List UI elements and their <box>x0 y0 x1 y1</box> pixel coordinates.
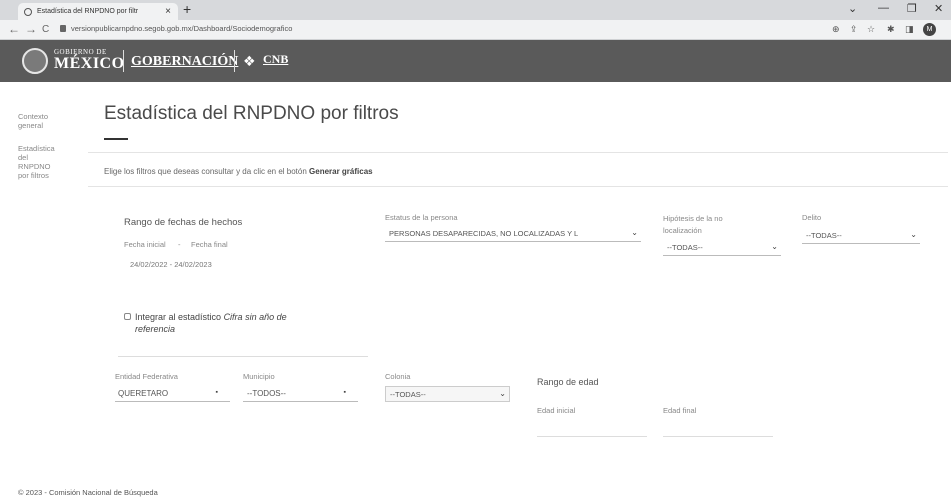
select-arrow-icon: ▪ <box>343 389 346 396</box>
instruction-button-name: Generar gráficas <box>309 167 373 176</box>
close-window-icon[interactable]: ✕ <box>934 2 943 15</box>
estatus-label: Estatus de la persona <box>385 213 458 222</box>
tab-search-chevron-icon[interactable]: ⌄ <box>848 2 857 15</box>
gob-big-text: MÉXICO <box>54 55 125 72</box>
chevron-down-icon: ⌄ <box>499 389 506 398</box>
extensions-icon[interactable]: ✱ <box>887 24 895 35</box>
mexico-seal-icon <box>22 48 48 74</box>
colonia-value: --TODAS-- <box>390 389 426 399</box>
entidad-select[interactable]: QUERETARO ▪ <box>115 386 230 402</box>
title-underline <box>104 138 128 140</box>
edad-min-input[interactable]: Edad inicial <box>537 406 575 415</box>
date-range-input[interactable]: 24/02/2022 - 24/02/2023 <box>130 260 212 269</box>
url-field[interactable]: versionpublicarnpdno.segob.gob.mx/Dashbo… <box>60 24 292 33</box>
url-text: versionpublicarnpdno.segob.gob.mx/Dashbo… <box>71 24 293 33</box>
edad-max-underline <box>663 436 773 437</box>
browser-tab[interactable]: Estadística del RNPDNO por filtr × <box>18 3 178 20</box>
edad-min-underline <box>537 436 647 437</box>
back-button[interactable]: ← <box>8 22 20 36</box>
divider <box>88 186 948 187</box>
delito-value: --TODAS-- <box>806 231 842 240</box>
address-bar: ← → C versionpublicarnpdno.segob.gob.mx/… <box>0 20 951 40</box>
page-title: Estadística del RNPDNO por filtros <box>104 103 399 124</box>
forward-button[interactable]: → <box>25 22 37 36</box>
integrar-checkbox[interactable] <box>124 313 131 320</box>
bookmark-star-icon[interactable]: ☆ <box>867 24 875 35</box>
instruction-text: Elige los filtros que deseas consultar y… <box>104 167 373 176</box>
cnb-logo-icon: ❖ <box>243 53 256 69</box>
integrar-label[interactable]: Integrar al estadístico Cifra sin año de… <box>135 311 305 335</box>
footer-text: © 2023 - Comisión Nacional de Búsqueda <box>18 488 158 497</box>
lock-icon <box>60 25 66 32</box>
gov-header: GOBIERNO DE MÉXICO GOBERNACIÓN ❖ CNB <box>0 40 951 82</box>
end-date-label: Fecha final <box>191 240 228 249</box>
header-divider <box>234 50 235 72</box>
hipotesis-select[interactable]: --TODAS-- ⌄ <box>663 240 781 256</box>
browser-tab-bar: Estadística del RNPDNO por filtr × + ⌄ —… <box>0 0 951 20</box>
municipio-select[interactable]: --TODOS-- ▪ <box>243 386 358 402</box>
sidebar: Contexto general Estadística del RNPDNO … <box>18 112 78 194</box>
minimize-icon[interactable]: — <box>878 2 889 14</box>
municipio-value: --TODOS-- <box>247 389 286 398</box>
select-arrow-icon: ▪ <box>215 389 218 396</box>
edad-max-input[interactable]: Edad final <box>663 406 696 415</box>
hipotesis-value: --TODAS-- <box>667 243 703 252</box>
share-icon[interactable]: ⇪ <box>850 24 858 35</box>
date-dash: - <box>178 240 181 249</box>
new-tab-button[interactable]: + <box>183 1 191 17</box>
delito-label: Delito <box>802 213 822 222</box>
tab-close-icon[interactable]: × <box>165 6 171 17</box>
gobernacion-link[interactable]: GOBERNACIÓN <box>131 54 238 70</box>
restore-icon[interactable]: ❐ <box>907 2 917 15</box>
integrar-text: Integrar al estadístico <box>135 312 222 322</box>
entidad-value: QUERETARO <box>118 389 169 398</box>
instruction-prefix: Elige los filtros que deseas consultar y… <box>104 167 307 176</box>
profile-avatar[interactable]: M <box>923 23 936 36</box>
delito-select[interactable]: --TODAS-- ⌄ <box>802 228 920 244</box>
date-range-label: Rango de fechas de hechos <box>124 217 243 228</box>
start-date-label: Fecha inicial <box>124 240 166 249</box>
tab-title: Estadística del RNPDNO por filtr <box>37 8 139 15</box>
municipio-label: Municipio <box>243 372 275 381</box>
zoom-icon[interactable]: ⊕ <box>832 24 840 35</box>
estatus-value: PERSONAS DESAPARECIDAS, NO LOCALIZADAS Y… <box>389 229 579 238</box>
hipotesis-label: Hipótesis de la no localización <box>663 214 723 235</box>
chevron-down-icon: ⌄ <box>910 230 917 239</box>
chevron-down-icon: ⌄ <box>771 242 778 251</box>
gobierno-de-mexico-logo[interactable]: GOBIERNO DE MÉXICO <box>54 49 125 72</box>
edad-range-label: Rango de edad <box>537 377 599 387</box>
entidad-label: Entidad Federativa <box>115 372 178 381</box>
cnb-link[interactable]: CNB <box>263 52 288 67</box>
estatus-select[interactable]: PERSONAS DESAPARECIDAS, NO LOCALIZADAS Y… <box>385 226 641 242</box>
header-divider <box>123 50 124 72</box>
chevron-down-icon: ⌄ <box>631 228 638 237</box>
sidebar-item-contexto[interactable]: Contexto general <box>18 112 62 130</box>
divider <box>88 152 948 153</box>
reload-button[interactable]: C <box>42 24 49 35</box>
colonia-label: Colonia <box>385 372 411 381</box>
sidebar-item-estadistica[interactable]: Estadística del RNPDNO por filtros <box>18 144 62 180</box>
globe-icon <box>24 7 32 16</box>
colonia-select[interactable]: --TODAS-- ⌄ <box>385 386 510 402</box>
sidepanel-icon[interactable]: ◨ <box>905 24 914 35</box>
divider <box>118 356 368 357</box>
